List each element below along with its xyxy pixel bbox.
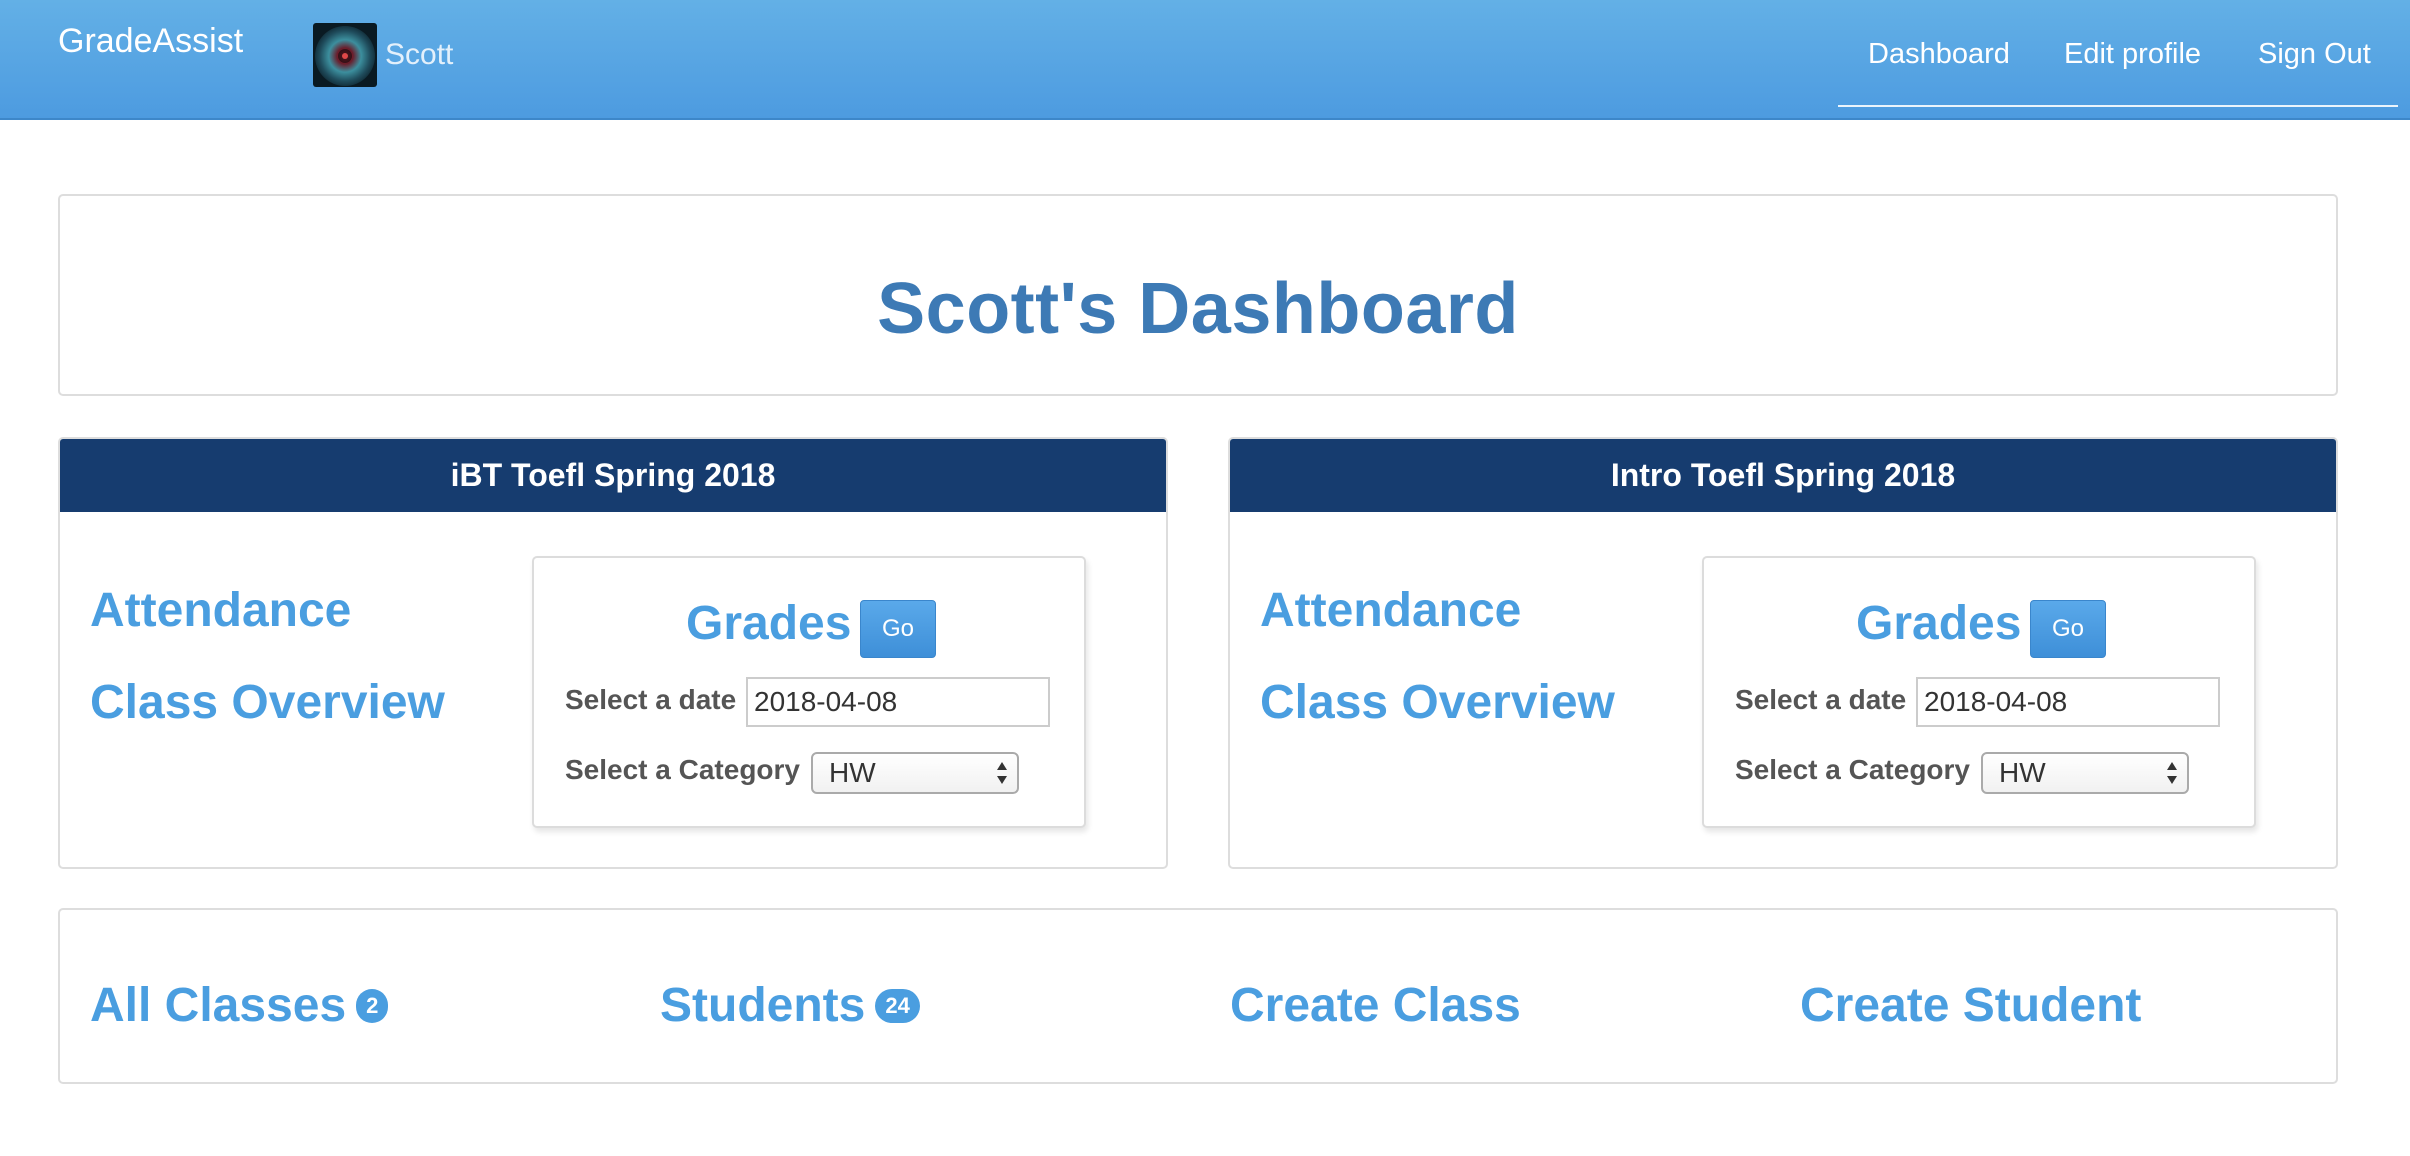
students-count-badge: 24 [875, 989, 920, 1024]
nav-link-dashboard[interactable]: Dashboard [1868, 38, 2010, 71]
go-button[interactable]: Go [860, 600, 936, 658]
grades-title: Grades [686, 597, 852, 650]
attendance-link[interactable]: Attendance [90, 583, 351, 638]
date-label: Select a date [1735, 684, 1907, 715]
nebula-avatar-image [313, 23, 377, 87]
attendance-link[interactable]: Attendance [1260, 583, 1521, 638]
students-label: Students [660, 979, 866, 1032]
class-panel: Intro Toefl Spring 2018 Attendance Class… [1228, 437, 2338, 869]
user-name[interactable]: Scott [385, 38, 453, 72]
grades-form: Grades Go Select a date Select a Categor… [532, 556, 1086, 828]
students-link[interactable]: Students 24 [660, 978, 920, 1033]
category-select[interactable]: HW [811, 752, 1019, 794]
category-label: Select a Category [1735, 754, 1970, 785]
user-avatar[interactable] [313, 23, 377, 87]
category-label: Select a Category [565, 754, 800, 785]
class-overview-link[interactable]: Class Overview [90, 675, 445, 730]
all-classes-label: All Classes [90, 979, 347, 1032]
category-select[interactable]: HW [1981, 752, 2189, 794]
class-panel: iBT Toefl Spring 2018 Attendance Class O… [58, 437, 1168, 869]
class-name-header: Intro Toefl Spring 2018 [1230, 439, 2336, 512]
category-select-value: HW [829, 757, 876, 788]
all-classes-count-badge: 2 [356, 989, 389, 1024]
category-select-value: HW [1999, 757, 2046, 788]
select-up-down-arrows-icon [2167, 762, 2177, 784]
create-student-link[interactable]: Create Student [1800, 978, 2141, 1033]
grades-form: Grades Go Select a date Select a Categor… [1702, 556, 2256, 828]
class-overview-link[interactable]: Class Overview [1260, 675, 1615, 730]
date-input[interactable] [746, 677, 1050, 727]
go-button[interactable]: Go [2030, 600, 2106, 658]
class-name-header: iBT Toefl Spring 2018 [60, 439, 1166, 512]
page-title: Scott's Dashboard [877, 269, 1519, 349]
brand-logo-text[interactable]: GradeAssist [58, 22, 243, 61]
create-class-link[interactable]: Create Class [1230, 978, 1521, 1033]
grades-title: Grades [1856, 597, 2022, 650]
date-label: Select a date [565, 684, 737, 715]
top-navbar: GradeAssist Scott Dashboard Edit profile… [0, 0, 2410, 120]
title-panel: Scott's Dashboard [58, 194, 2338, 396]
date-input[interactable] [1916, 677, 2220, 727]
nav-link-sign-out[interactable]: Sign Out [2258, 38, 2371, 71]
all-classes-link[interactable]: All Classes 2 [90, 978, 389, 1033]
nav-link-edit-profile[interactable]: Edit profile [2064, 38, 2201, 71]
select-up-down-arrows-icon [997, 762, 1007, 784]
quick-links-panel: All Classes 2 Students 24 Create Class Cre… [58, 908, 2338, 1084]
nav-links: Dashboard Edit profile Sign Out [1838, 0, 2398, 107]
